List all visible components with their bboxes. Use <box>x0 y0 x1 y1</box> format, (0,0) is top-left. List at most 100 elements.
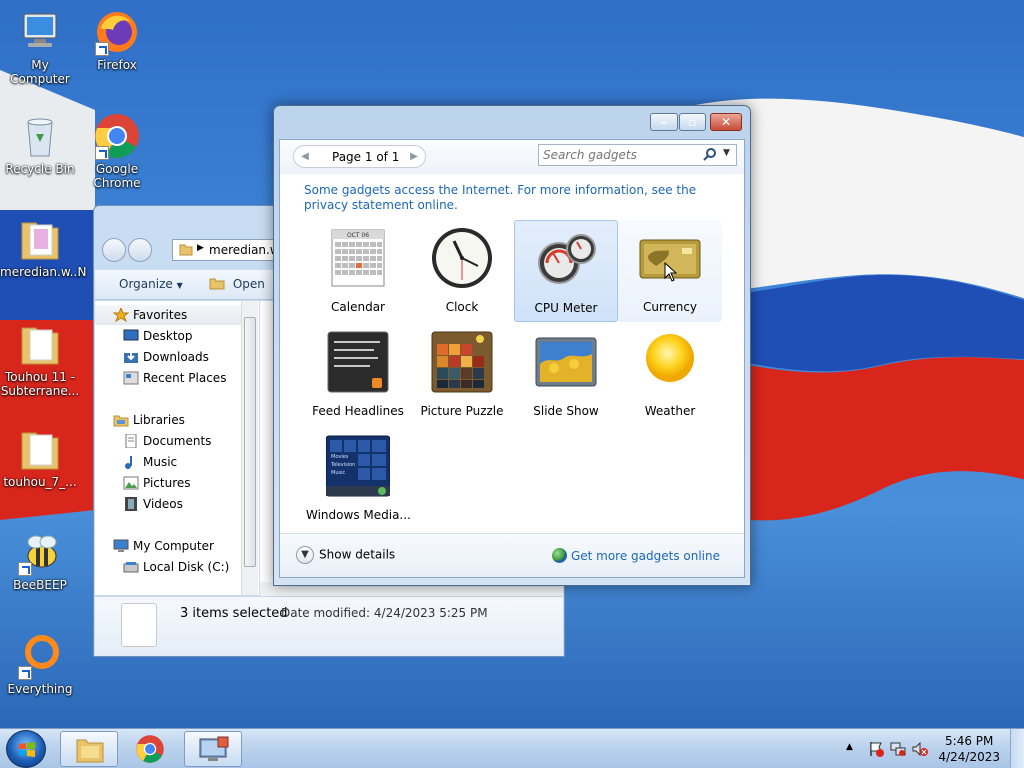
desktop-icon-touhou-7[interactable]: touhou_7_... <box>0 425 80 489</box>
desktop-icon-google-chrome[interactable]: Google Chrome <box>77 112 157 190</box>
nav-documents[interactable]: Documents <box>95 431 211 451</box>
folder-icon <box>179 243 193 260</box>
nav-scrollbar[interactable] <box>241 301 258 595</box>
page-navigator: ◀ Page 1 of 1 ▶ <box>293 145 426 168</box>
prev-page-icon[interactable]: ◀ <box>298 150 312 164</box>
clock-date: 4/24/2023 <box>938 750 1000 764</box>
back-button[interactable] <box>102 238 126 262</box>
gadget-calendar[interactable]: OCT 06 Calendar <box>306 220 410 322</box>
folder-icon <box>76 739 104 763</box>
search-icon[interactable] <box>702 147 718 163</box>
show-hidden-icons-icon[interactable]: ▲ <box>846 742 862 758</box>
taskbar-chrome-button[interactable] <box>122 731 180 767</box>
taskbar-clock[interactable]: 5:46 PM 4/24/2023 <box>938 733 1000 765</box>
gadget-clock[interactable]: Clock <box>410 220 514 322</box>
nav-downloads[interactable]: Downloads <box>95 347 209 367</box>
forward-button[interactable] <box>128 238 152 262</box>
nav-libraries[interactable]: Libraries <box>95 410 185 430</box>
taskbar: ▲ 5:46 PM 4/24/2023 <box>0 728 1024 768</box>
media-menu-item: Music <box>331 470 345 476</box>
nav-favorites[interactable]: Favorites <box>95 305 241 325</box>
desktop-icon-beebeep[interactable]: BeeBEEP <box>0 528 80 592</box>
file-thumbnail <box>121 603 157 647</box>
nav-music[interactable]: Music <box>95 452 177 472</box>
desktop-icon-label: touhou_7_... <box>3 475 77 489</box>
gadget-slide-show[interactable]: Slide Show <box>514 324 618 426</box>
mouse-cursor-icon <box>664 262 678 282</box>
gadgets-toolbar: ◀ Page 1 of 1 ▶ ▼ <box>280 140 744 174</box>
open-label: Open <box>232 277 265 291</box>
selection-count: 3 items selected <box>180 606 288 621</box>
gadget-label: Windows Media... <box>306 508 411 522</box>
show-desktop-button[interactable] <box>1010 729 1024 768</box>
desktop-icon-my-computer[interactable]: My Computer <box>0 8 80 86</box>
nav-desktop[interactable]: Desktop <box>95 326 193 346</box>
gadget-feed-headlines[interactable]: Feed Headlines <box>306 324 410 426</box>
show-details-toggle[interactable]: ▼ Show details <box>296 546 395 564</box>
get-more-label: Get more gadgets online <box>570 549 720 563</box>
nav-local-disk[interactable]: Local Disk (C:) <box>95 557 229 577</box>
nav-label: Documents <box>143 434 212 448</box>
nav-my-computer[interactable]: My Computer <box>95 536 214 556</box>
desktop-icon-touhou-11[interactable]: Touhou 11 - Subterrane... <box>0 320 80 398</box>
chevron-down-icon[interactable]: ▼ <box>723 148 730 158</box>
minimize-icon: – <box>661 115 667 129</box>
desktop-icon-label: Recycle Bin <box>5 162 75 176</box>
privacy-notice-link[interactable]: Some gadgets access the Internet. For mo… <box>304 183 714 213</box>
search-input[interactable] <box>543 147 693 163</box>
next-page-icon[interactable]: ▶ <box>407 150 421 164</box>
organize-menu[interactable]: Organize ▼ <box>119 277 183 291</box>
maximize-button[interactable]: ▫ <box>679 113 706 131</box>
desktop-icon-label: Everything <box>7 682 73 696</box>
media-menu-item: Movies <box>331 454 349 460</box>
libraries-icon <box>113 413 129 427</box>
taskbar-explorer-button[interactable] <box>60 731 118 767</box>
close-button[interactable]: ✕ <box>710 113 742 131</box>
taskbar-gadgets-button[interactable] <box>184 731 242 767</box>
gadget-cpu-meter[interactable]: CPU Meter <box>514 220 618 322</box>
nav-pictures[interactable]: Pictures <box>95 473 191 493</box>
folder-icon <box>16 425 64 473</box>
calendar-month: OCT 06 <box>347 232 369 239</box>
desktop-icon-firefox[interactable]: Firefox <box>77 8 157 72</box>
scrollbar-thumb[interactable] <box>244 317 256 567</box>
chevron-down-icon: ▼ <box>176 281 183 290</box>
open-folder-icon <box>209 278 225 290</box>
shortcut-arrow-icon <box>18 562 32 576</box>
volume-muted-icon[interactable] <box>912 741 928 757</box>
get-more-gadgets-link[interactable]: Get more gadgets online <box>551 548 720 563</box>
gadget-weather[interactable]: Weather <box>618 324 722 426</box>
maximize-icon: ▫ <box>688 115 697 129</box>
desktop-icon-recycle-bin[interactable]: Recycle Bin <box>0 112 80 176</box>
gadget-label: Feed Headlines <box>312 404 404 418</box>
desktop-icon-everything[interactable]: Everything <box>0 632 80 696</box>
page-label: Page 1 of 1 <box>332 150 400 164</box>
firefox-icon <box>93 8 141 56</box>
nav-videos[interactable]: Videos <box>95 494 183 514</box>
pictures-icon <box>123 476 139 490</box>
nav-label: Desktop <box>143 329 193 343</box>
desktop-icon-label: Touhou 11 - Subterrane... <box>0 370 80 398</box>
folder-icon <box>16 320 64 368</box>
nav-label: My Computer <box>133 539 214 553</box>
chrome-icon <box>136 735 164 763</box>
nav-recent-places[interactable]: Recent Places <box>95 368 226 388</box>
desktop-icon-label: Firefox <box>97 58 137 72</box>
everything-search-icon <box>16 632 64 680</box>
nav-label: Downloads <box>143 350 209 364</box>
gadget-label: Weather <box>644 404 696 418</box>
start-button[interactable] <box>6 730 46 768</box>
film-icon <box>123 497 139 511</box>
gadget-picture-puzzle[interactable]: Picture Puzzle <box>410 324 514 426</box>
calendar-icon: OCT 06 <box>326 226 390 290</box>
windows-logo-icon <box>19 742 35 757</box>
system-tray: ▲ 5:46 PM 4/24/2023 <box>824 729 1024 768</box>
weather-sun-icon <box>638 330 702 394</box>
feed-headlines-icon <box>326 330 390 394</box>
open-button[interactable]: Open <box>209 277 265 291</box>
gadget-windows-media-center[interactable]: Movies Television Music Windows Media... <box>306 428 411 530</box>
shortcut-arrow-icon <box>95 146 109 160</box>
action-center-flag-icon[interactable] <box>868 741 884 757</box>
minimize-button[interactable]: – <box>650 113 678 131</box>
network-icon[interactable] <box>890 741 906 757</box>
